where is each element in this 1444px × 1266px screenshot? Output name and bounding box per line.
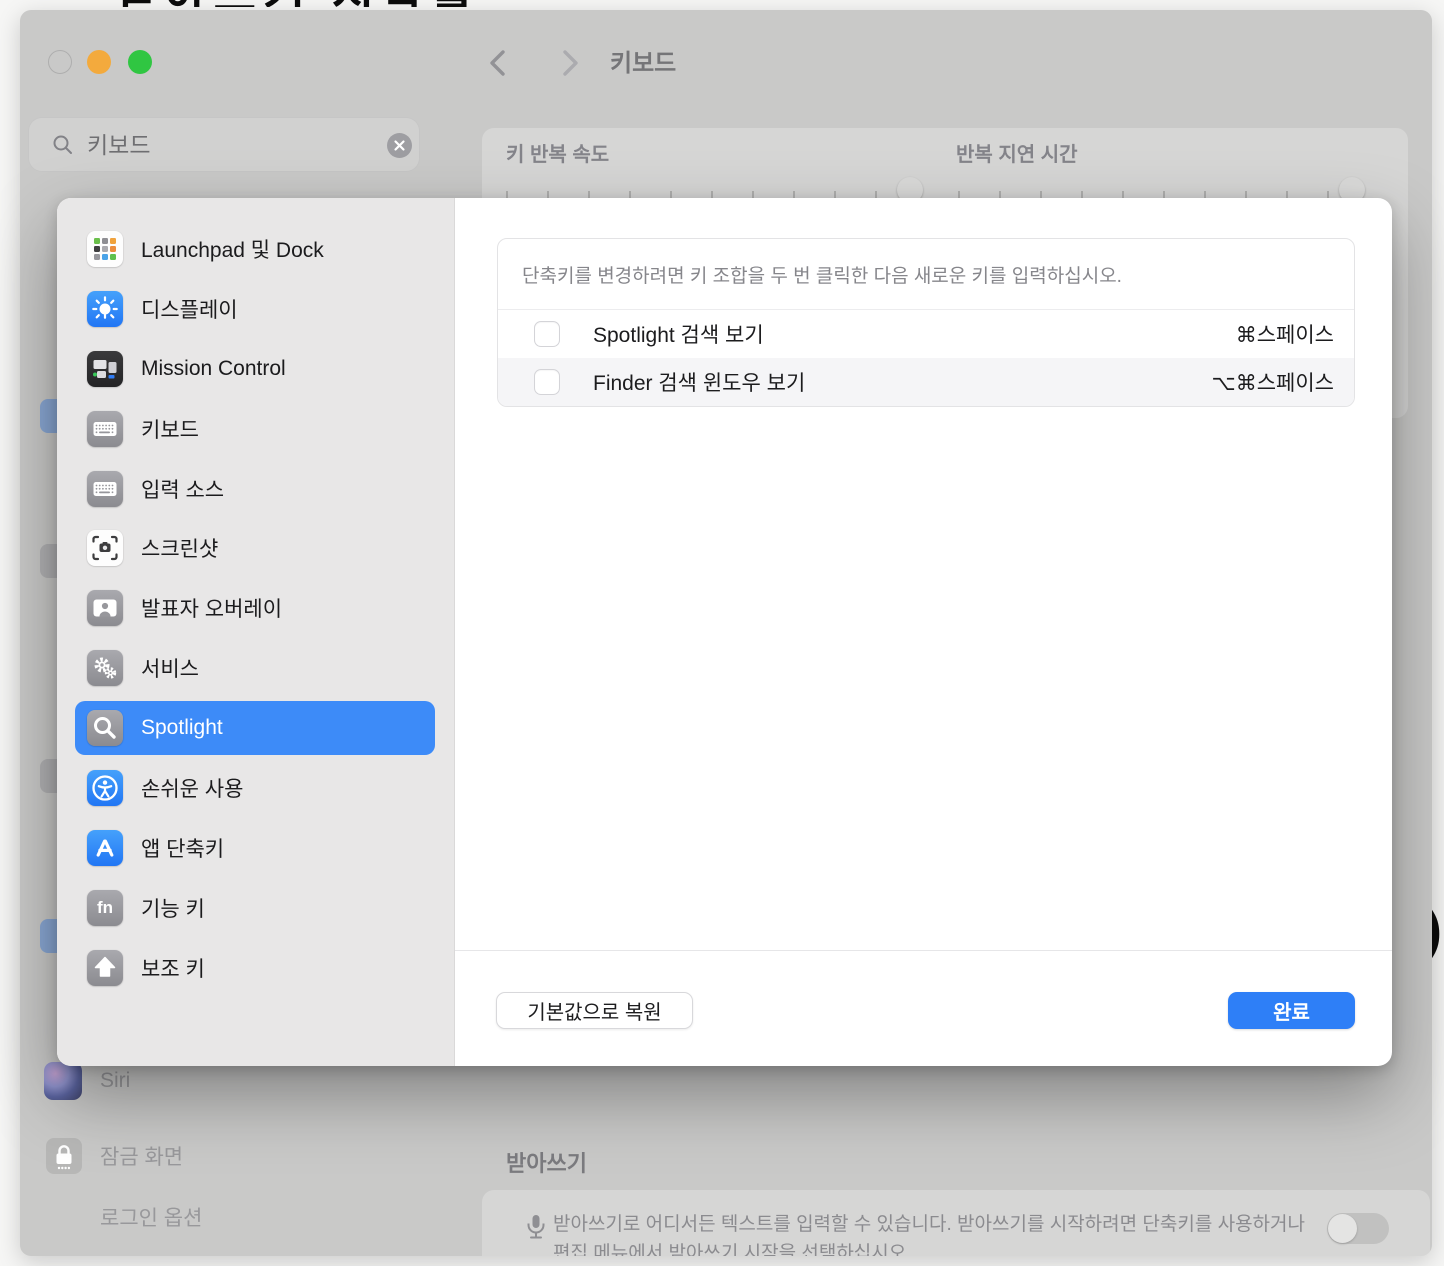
accessibility-icon: [87, 770, 123, 806]
divider: [455, 950, 1392, 951]
launchpad-icon: [87, 231, 123, 267]
close-button[interactable]: [48, 50, 72, 74]
sidebar-item-siri[interactable]: Siri: [44, 1062, 130, 1100]
slider-tick: [1081, 191, 1083, 198]
repeat-delay-label: 반복 지연 시간: [956, 138, 1078, 167]
slider-tick: [958, 191, 960, 198]
instruction-text: 단축키를 변경하려면 키 조합을 두 번 클릭한 다음 새로운 키를 입력하십시…: [498, 239, 1354, 310]
slider-tick: [588, 191, 590, 198]
page-title: 키보드: [610, 43, 676, 78]
slider-tick: [1245, 191, 1247, 198]
slider-tick: [999, 191, 1001, 198]
shortcut-row-spotlight-search[interactable]: Spotlight 검색 보기 ⌘스페이스: [498, 310, 1354, 358]
checkbox[interactable]: [534, 321, 560, 347]
slider-tick: [1040, 191, 1042, 198]
keyboard-shortcuts-sheet: Launchpad 및 Dock 디스플레이 Mission Control 키…: [57, 198, 1392, 1066]
shortcut-keys[interactable]: ⌘스페이스: [1236, 319, 1334, 349]
services-icon: [87, 650, 123, 686]
slider-tick: [629, 191, 631, 198]
app-shortcuts-icon: [87, 830, 123, 866]
sidebar-item-spotlight[interactable]: Spotlight: [75, 701, 435, 755]
hidden-sidebar-icon: [40, 759, 57, 793]
mission-control-icon: [87, 351, 123, 387]
key-repeat-label: 키 반복 속도: [506, 138, 609, 167]
slider-tick: [711, 191, 713, 198]
dictation-title: 받아쓰기: [506, 1146, 587, 1178]
slider-tick: [752, 191, 754, 198]
shortcut-keys[interactable]: ⌥⌘스페이스: [1212, 367, 1334, 397]
clipped-desktop-text: 받아쓰기 시작을 선택: [115, 0, 475, 7]
spotlight-icon: [87, 710, 123, 746]
sidebar-item-keyboard[interactable]: 키보드: [75, 402, 435, 456]
slider-tick: [1204, 191, 1206, 198]
dictation-description: 편집 메뉴에서 받아쓰기 시작을 선택하십시오.: [553, 1242, 1343, 1256]
screenshot-icon: [87, 530, 123, 566]
modifier-keys-icon: [87, 950, 123, 986]
slider-tick: [875, 191, 877, 198]
display-icon: [87, 291, 123, 327]
slider-tick: [547, 191, 549, 198]
slider-tick: [670, 191, 672, 198]
hidden-sidebar-icon: [40, 919, 57, 953]
presenter-overlay-icon: [87, 590, 123, 626]
sidebar-item-launchpad-dock[interactable]: Launchpad 및 Dock: [75, 222, 435, 276]
forward-chevron-icon[interactable]: [553, 46, 585, 85]
slider-tick: [793, 191, 795, 198]
minimize-button[interactable]: [87, 50, 111, 74]
sidebar-item-lock-screen[interactable]: 잠금 화면: [46, 1138, 183, 1174]
sidebar-item-mission-control[interactable]: Mission Control: [75, 342, 435, 396]
keyboard-icon: [87, 411, 123, 447]
slider-tick: [834, 191, 836, 198]
search-field[interactable]: 키보드: [28, 117, 420, 172]
hidden-sidebar-icon: [40, 399, 57, 433]
input-sources-icon: [87, 471, 123, 507]
search-icon: [51, 133, 75, 162]
sidebar-item-app-shortcuts[interactable]: 앱 단축키: [75, 821, 435, 875]
shortcuts-sidebar: Launchpad 및 Dock 디스플레이 Mission Control 키…: [57, 198, 455, 1066]
lock-icon: [46, 1138, 82, 1174]
slider-tick: [506, 191, 508, 198]
sidebar-item-screenshot[interactable]: 스크린샷: [75, 521, 435, 575]
slider-tick: [1327, 191, 1329, 198]
sidebar-item-accessibility[interactable]: 손쉬운 사용: [75, 761, 435, 815]
hidden-sidebar-icon: [40, 544, 57, 578]
zoom-button[interactable]: [128, 50, 152, 74]
restore-defaults-button[interactable]: 기본값으로 복원: [496, 992, 693, 1029]
shortcut-row-finder-search[interactable]: Finder 검색 윈도우 보기 ⌥⌘스페이스: [498, 358, 1354, 406]
shortcuts-panel: 단축키를 변경하려면 키 조합을 두 번 클릭한 다음 새로운 키를 입력하십시…: [497, 238, 1355, 407]
sidebar-item-services[interactable]: 서비스: [75, 641, 435, 695]
slider-tick: [1163, 191, 1165, 198]
dictation-description: 받아쓰기로 어디서든 텍스트를 입력할 수 있습니다. 받아쓰기를 시작하려면 …: [553, 1213, 1343, 1237]
slider-tick: [1286, 191, 1288, 198]
sidebar-item-login-options[interactable]: 로그인 옵션: [100, 1202, 202, 1232]
sidebar-item-input-sources[interactable]: 입력 소스: [75, 462, 435, 516]
sidebar-item-presenter-overlay[interactable]: 발표자 오버레이: [75, 581, 435, 635]
back-chevron-icon[interactable]: [483, 46, 515, 85]
toggle-knob: [1328, 1214, 1357, 1243]
search-value: 키보드: [87, 118, 150, 173]
clear-search-icon[interactable]: [387, 133, 412, 158]
fn-icon: fn: [87, 890, 123, 926]
screen: 받아쓰기 시작을 선택 ) 키보드 키보드 키 반복 속도 반복 지연 시간: [0, 0, 1444, 1266]
done-button[interactable]: 완료: [1228, 992, 1355, 1029]
checkbox[interactable]: [534, 369, 560, 395]
sidebar-item-display[interactable]: 디스플레이: [75, 282, 435, 336]
siri-icon: [44, 1062, 82, 1100]
dictation-toggle[interactable]: [1327, 1213, 1389, 1244]
microphone-icon: [518, 1210, 554, 1251]
slider-tick: [1122, 191, 1124, 198]
sidebar-item-function-keys[interactable]: fn 기능 키: [75, 881, 435, 935]
sidebar-item-modifier-keys[interactable]: 보조 키: [75, 941, 435, 995]
